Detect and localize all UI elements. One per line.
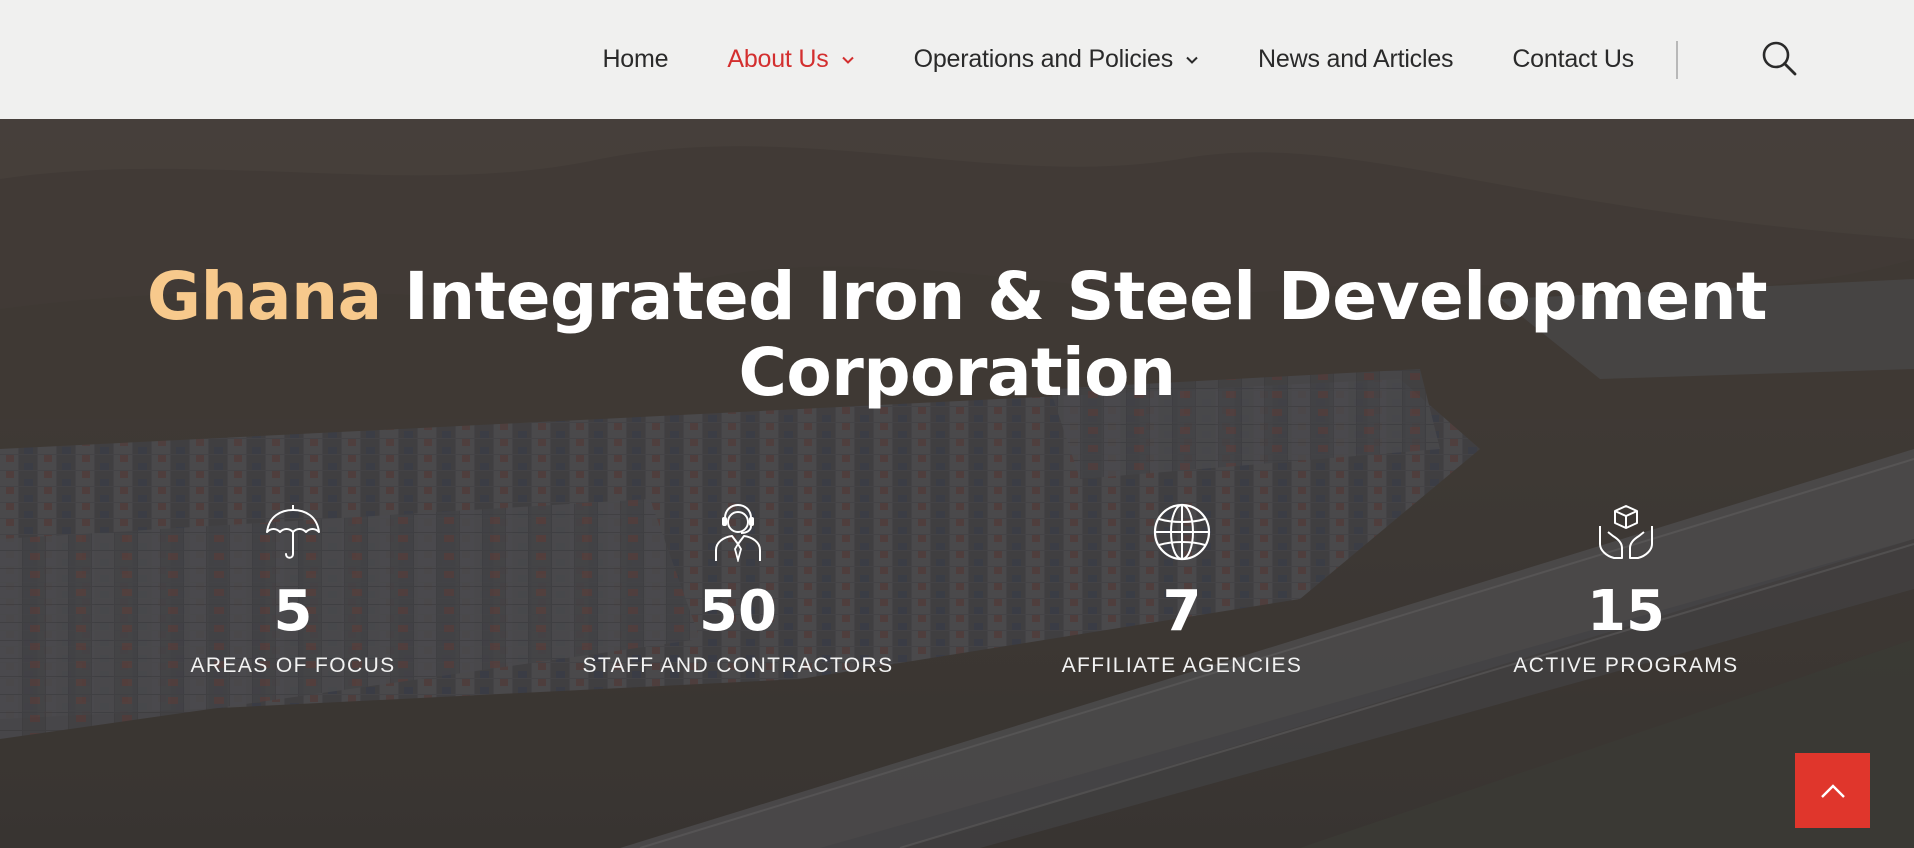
stat-label: ACTIVE PROGRAMS bbox=[1513, 654, 1739, 677]
chevron-down-icon bbox=[841, 56, 854, 64]
support-agent-icon bbox=[715, 503, 761, 562]
hands-box-icon bbox=[1599, 505, 1653, 559]
search-icon[interactable] bbox=[1760, 39, 1798, 77]
stat-label: AFFILIATE AGENCIES bbox=[1061, 654, 1303, 677]
stat-label: STAFF AND CONTRACTORS bbox=[582, 654, 894, 677]
nav-item-contact-us[interactable]: Contact Us bbox=[1512, 45, 1634, 74]
nav-item-label: About Us bbox=[727, 45, 829, 73]
stat-label: AREAS OF FOCUS bbox=[190, 654, 396, 677]
site-header: Home About Us Operations and Policies Ne… bbox=[0, 0, 1914, 119]
stat-value: 50 bbox=[699, 579, 777, 644]
hero-title: Ghana Integrated Iron & Steel Developmen… bbox=[0, 259, 1914, 411]
scroll-to-top-button[interactable] bbox=[1795, 753, 1870, 828]
umbrella-icon bbox=[266, 505, 320, 559]
stat-areas-of-focus: 5 AREAS OF FOCUS bbox=[113, 502, 473, 678]
hero-title-line2: Corporation bbox=[738, 334, 1176, 411]
nav-item-operations-and-policies[interactable]: Operations and Policies bbox=[914, 45, 1199, 74]
chevron-down-icon bbox=[1186, 56, 1198, 64]
hero-background-image bbox=[0, 119, 1914, 848]
nav-item-news-and-articles[interactable]: News and Articles bbox=[1258, 45, 1453, 74]
chevron-up-icon bbox=[1820, 783, 1845, 798]
stat-value: 7 bbox=[1162, 579, 1202, 644]
globe-icon bbox=[1153, 503, 1211, 561]
nav-item-about-us[interactable]: About Us bbox=[727, 45, 854, 74]
stat-active-programs: 15 ACTIVE PROGRAMS bbox=[1446, 502, 1806, 678]
nav-item-label: Home bbox=[602, 45, 669, 73]
stat-affiliate-agencies: 7 AFFILIATE AGENCIES bbox=[1002, 502, 1362, 678]
nav-divider bbox=[1676, 40, 1678, 79]
stat-value: 5 bbox=[273, 579, 313, 644]
hero-section: Ghana Integrated Iron & Steel Developmen… bbox=[0, 119, 1914, 848]
hero-title-accent: Ghana bbox=[146, 258, 382, 335]
nav-item-home[interactable]: Home bbox=[602, 45, 668, 74]
nav-item-label: News and Articles bbox=[1258, 45, 1454, 73]
hero-title-line1: Integrated Iron & Steel Development bbox=[404, 258, 1768, 335]
nav-item-label: Operations and Policies bbox=[913, 45, 1174, 73]
stat-value: 15 bbox=[1587, 579, 1665, 644]
stat-staff-and-contractors: 50 STAFF AND CONTRACTORS bbox=[558, 502, 918, 678]
main-nav: Home About Us Operations and Policies Ne… bbox=[602, 0, 1678, 119]
nav-item-label: Contact Us bbox=[1512, 45, 1634, 73]
